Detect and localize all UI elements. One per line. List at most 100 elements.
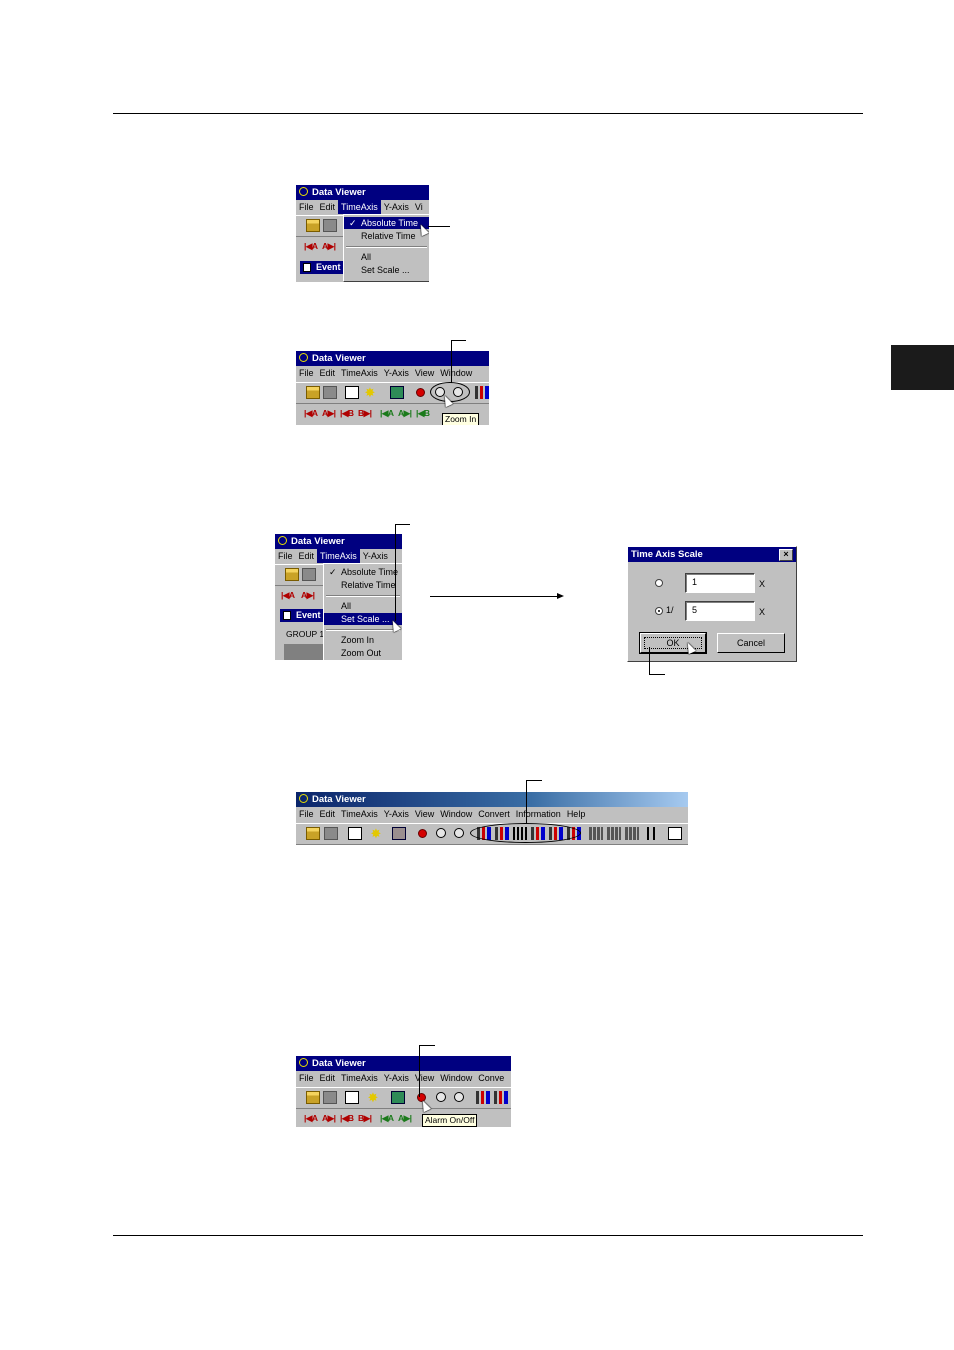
- scale-divide-field[interactable]: 5: [685, 601, 755, 621]
- alarm-icon[interactable]: [416, 388, 425, 397]
- menu-file[interactable]: File: [296, 807, 317, 821]
- menu-edit[interactable]: Edit: [317, 807, 339, 821]
- star-icon[interactable]: ✸: [366, 1091, 380, 1104]
- menu-yaxis[interactable]: Y-Axis: [360, 549, 391, 563]
- window-icon[interactable]: [668, 827, 682, 840]
- menu-item-zoom-out[interactable]: Zoom Out: [324, 647, 402, 659]
- menu-yaxis[interactable]: Y-Axis: [381, 1071, 412, 1085]
- nav-button[interactable]: |◀B: [416, 408, 430, 419]
- nav-button[interactable]: A▶|: [398, 1113, 412, 1124]
- copy-icon[interactable]: [345, 386, 359, 399]
- zoom-out-icon[interactable]: [454, 1092, 464, 1102]
- menu-convert[interactable]: Convert: [475, 807, 513, 821]
- layout-1-icon[interactable]: [589, 827, 603, 840]
- open-icon[interactable]: [285, 568, 299, 581]
- open-icon[interactable]: [306, 1091, 320, 1104]
- open-icon[interactable]: [306, 386, 320, 399]
- zoom-in-icon[interactable]: [436, 828, 446, 838]
- menu-item-relative-time[interactable]: Relative Time: [324, 579, 402, 591]
- display-2-icon[interactable]: [494, 1091, 508, 1104]
- nav-button[interactable]: |◀A: [304, 241, 318, 252]
- unit-label: X: [759, 579, 766, 589]
- menu-yaxis[interactable]: Y-Axis: [381, 366, 412, 380]
- menu-file[interactable]: File: [296, 366, 317, 380]
- save-icon[interactable]: [302, 568, 316, 581]
- menu-item-all[interactable]: All: [324, 600, 402, 612]
- nav-button[interactable]: |◀A: [304, 408, 318, 419]
- menu-timeaxis[interactable]: TimeAxis: [338, 200, 381, 214]
- menu-view[interactable]: View: [412, 1071, 437, 1085]
- radio-multiply[interactable]: [655, 579, 663, 587]
- zoom-out-icon[interactable]: [454, 828, 464, 838]
- save-icon[interactable]: [323, 386, 337, 399]
- nav-button[interactable]: A▶|: [322, 241, 336, 252]
- jump-icon[interactable]: [390, 386, 404, 399]
- nav-button[interactable]: |◀B: [340, 1113, 354, 1124]
- jump-icon[interactable]: [391, 1091, 405, 1104]
- layout-3-icon[interactable]: [625, 827, 639, 840]
- radio-divide[interactable]: [655, 607, 663, 615]
- menu-timeaxis[interactable]: TimeAxis: [338, 807, 381, 821]
- copy-icon[interactable]: [348, 827, 362, 840]
- menu-help[interactable]: Help: [564, 807, 589, 821]
- menu-edit[interactable]: Edit: [317, 1071, 339, 1085]
- copy-icon[interactable]: [345, 1091, 359, 1104]
- nav-button[interactable]: B▶|: [358, 1113, 372, 1124]
- nav-button[interactable]: |◀A: [281, 590, 295, 601]
- menu-item-set-scale[interactable]: Set Scale ...: [344, 264, 429, 276]
- save-icon[interactable]: [324, 827, 338, 840]
- menu-file[interactable]: File: [296, 1071, 317, 1085]
- menu-item-relative-time[interactable]: Relative Time: [344, 230, 429, 242]
- nav-button[interactable]: A▶|: [301, 590, 315, 601]
- nav-button[interactable]: A▶|: [322, 408, 336, 419]
- menu-timeaxis[interactable]: TimeAxis: [317, 549, 360, 563]
- menu-item-all[interactable]: All: [344, 251, 429, 263]
- menu-window[interactable]: Window: [437, 1071, 475, 1085]
- close-icon[interactable]: ×: [779, 549, 793, 561]
- save-icon[interactable]: [323, 1091, 337, 1104]
- menu-view[interactable]: View: [412, 366, 437, 380]
- menu-view-cut[interactable]: Vi: [412, 200, 426, 214]
- menu-item-zoom-in[interactable]: Zoom In: [324, 634, 402, 646]
- display-1-icon[interactable]: [476, 1091, 490, 1104]
- display-icon[interactable]: [475, 386, 489, 399]
- layout-2-icon[interactable]: [607, 827, 621, 840]
- jump-icon[interactable]: [392, 827, 406, 840]
- open-icon[interactable]: [306, 827, 320, 840]
- menu-timeaxis[interactable]: TimeAxis: [338, 366, 381, 380]
- scale-multiply-field[interactable]: 1: [685, 573, 755, 593]
- menu-information[interactable]: Information: [513, 807, 564, 821]
- menu-view[interactable]: View: [412, 807, 437, 821]
- menu-yaxis[interactable]: Y-Axis: [381, 200, 412, 214]
- menu-convert-cut[interactable]: Conve: [475, 1071, 507, 1085]
- cursor-icon[interactable]: [647, 827, 655, 840]
- menu-yaxis[interactable]: Y-Axis: [381, 807, 412, 821]
- menu-edit[interactable]: Edit: [317, 366, 339, 380]
- menu-edit[interactable]: Edit: [296, 549, 318, 563]
- open-icon[interactable]: [306, 219, 320, 232]
- zoom-in-icon[interactable]: [436, 1092, 446, 1102]
- nav-button[interactable]: A▶|: [322, 1113, 336, 1124]
- star-icon[interactable]: ✸: [363, 386, 377, 399]
- menu-file[interactable]: File: [275, 549, 296, 563]
- cancel-button[interactable]: Cancel: [717, 633, 785, 653]
- menu-window[interactable]: Window: [437, 807, 475, 821]
- menu-item-absolute-time[interactable]: ✓ Absolute Time: [324, 566, 402, 578]
- nav-button[interactable]: B▶|: [358, 408, 372, 419]
- menu-window[interactable]: Window: [437, 366, 475, 380]
- nav-button[interactable]: |◀A: [380, 1113, 394, 1124]
- menu-item-absolute-time[interactable]: ✓ Absolute Time: [344, 217, 429, 229]
- alarm-icon[interactable]: [418, 829, 427, 838]
- menu-timeaxis[interactable]: TimeAxis: [338, 1071, 381, 1085]
- nav-button[interactable]: |◀B: [340, 408, 354, 419]
- divide-label: 1/: [666, 605, 674, 615]
- star-icon[interactable]: ✸: [369, 827, 383, 840]
- save-icon[interactable]: [323, 219, 337, 232]
- nav-button[interactable]: |◀A: [304, 1113, 318, 1124]
- menu-edit[interactable]: Edit: [317, 200, 339, 214]
- menu-file[interactable]: File: [296, 200, 317, 214]
- nav-button[interactable]: |◀A: [380, 408, 394, 419]
- nav-button[interactable]: A▶|: [398, 408, 412, 419]
- callout-line: [451, 340, 466, 341]
- child-window-label: Event: [316, 262, 341, 272]
